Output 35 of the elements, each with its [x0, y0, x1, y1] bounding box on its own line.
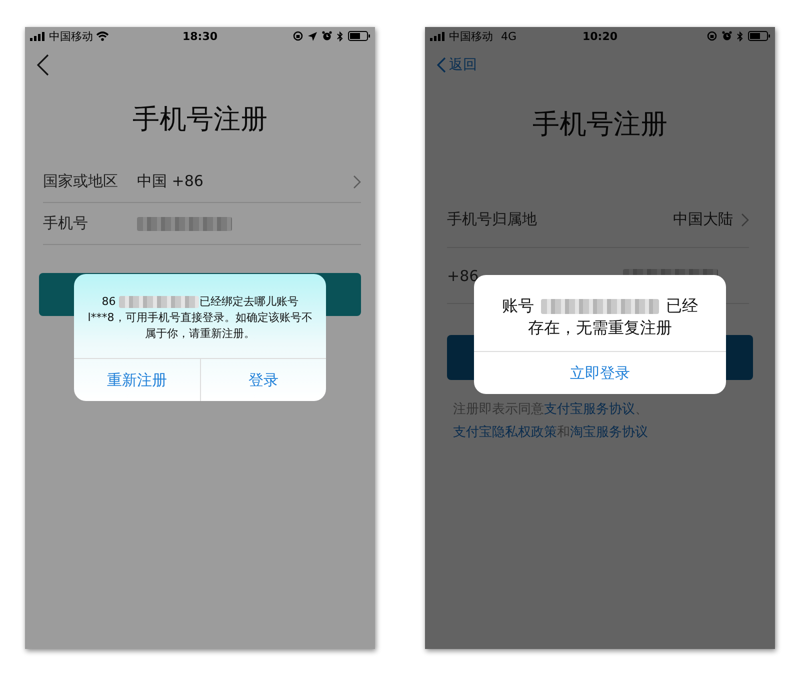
back-button[interactable]: 返回 [437, 56, 477, 74]
agreement-link[interactable]: 支付宝服务协议 [544, 402, 635, 417]
bluetooth-icon [337, 30, 343, 42]
dialog-message: 86 已经绑定去哪儿账号l***8，可用手机号直接登录。如确定该账号不属于你，请重新注册。 [86, 294, 314, 342]
dialog-button[interactable]: 立即登录 [474, 352, 726, 394]
agreement-text: 、 [635, 402, 648, 417]
network-type: 4G [501, 30, 517, 42]
back-button[interactable] [37, 54, 49, 76]
rotation-lock-icon [293, 31, 303, 41]
field-label: 手机号 [43, 214, 89, 233]
carrier-name: 中国移动 [449, 28, 493, 44]
battery-icon [348, 31, 370, 41]
dialog-button[interactable]: 登录 [200, 359, 326, 401]
alarm-icon [722, 31, 732, 41]
clock-time: 10:20 [582, 30, 618, 42]
carrier-name: 中国移动 [49, 28, 93, 44]
battery-icon [748, 31, 770, 41]
signal-icon [430, 32, 446, 40]
agreement-link[interactable]: 支付宝隐私权政策 [453, 425, 557, 440]
alarm-icon [322, 31, 332, 41]
region-select[interactable]: 中国 +86 [137, 172, 361, 191]
field-label: +86 [447, 266, 480, 284]
dialog-button[interactable]: 重新注册 [74, 359, 200, 401]
field-label: 国家或地区 [43, 172, 119, 191]
clock-time: 18:30 [182, 30, 218, 42]
field-label: 手机号归属地 [447, 210, 538, 229]
page-title: 手机号注册 [132, 103, 268, 137]
back-chevron-icon [437, 57, 446, 73]
region-select[interactable]: 中国大陆 [673, 210, 749, 229]
agreement-link[interactable]: 淘宝服务协议 [570, 425, 648, 440]
dialog-message: 账号 已经存在，无需重复注册 [500, 295, 700, 339]
signal-icon [30, 32, 46, 40]
rotation-lock-icon [707, 31, 717, 41]
bluetooth-icon [737, 30, 743, 42]
page-title: 手机号注册 [532, 108, 668, 142]
